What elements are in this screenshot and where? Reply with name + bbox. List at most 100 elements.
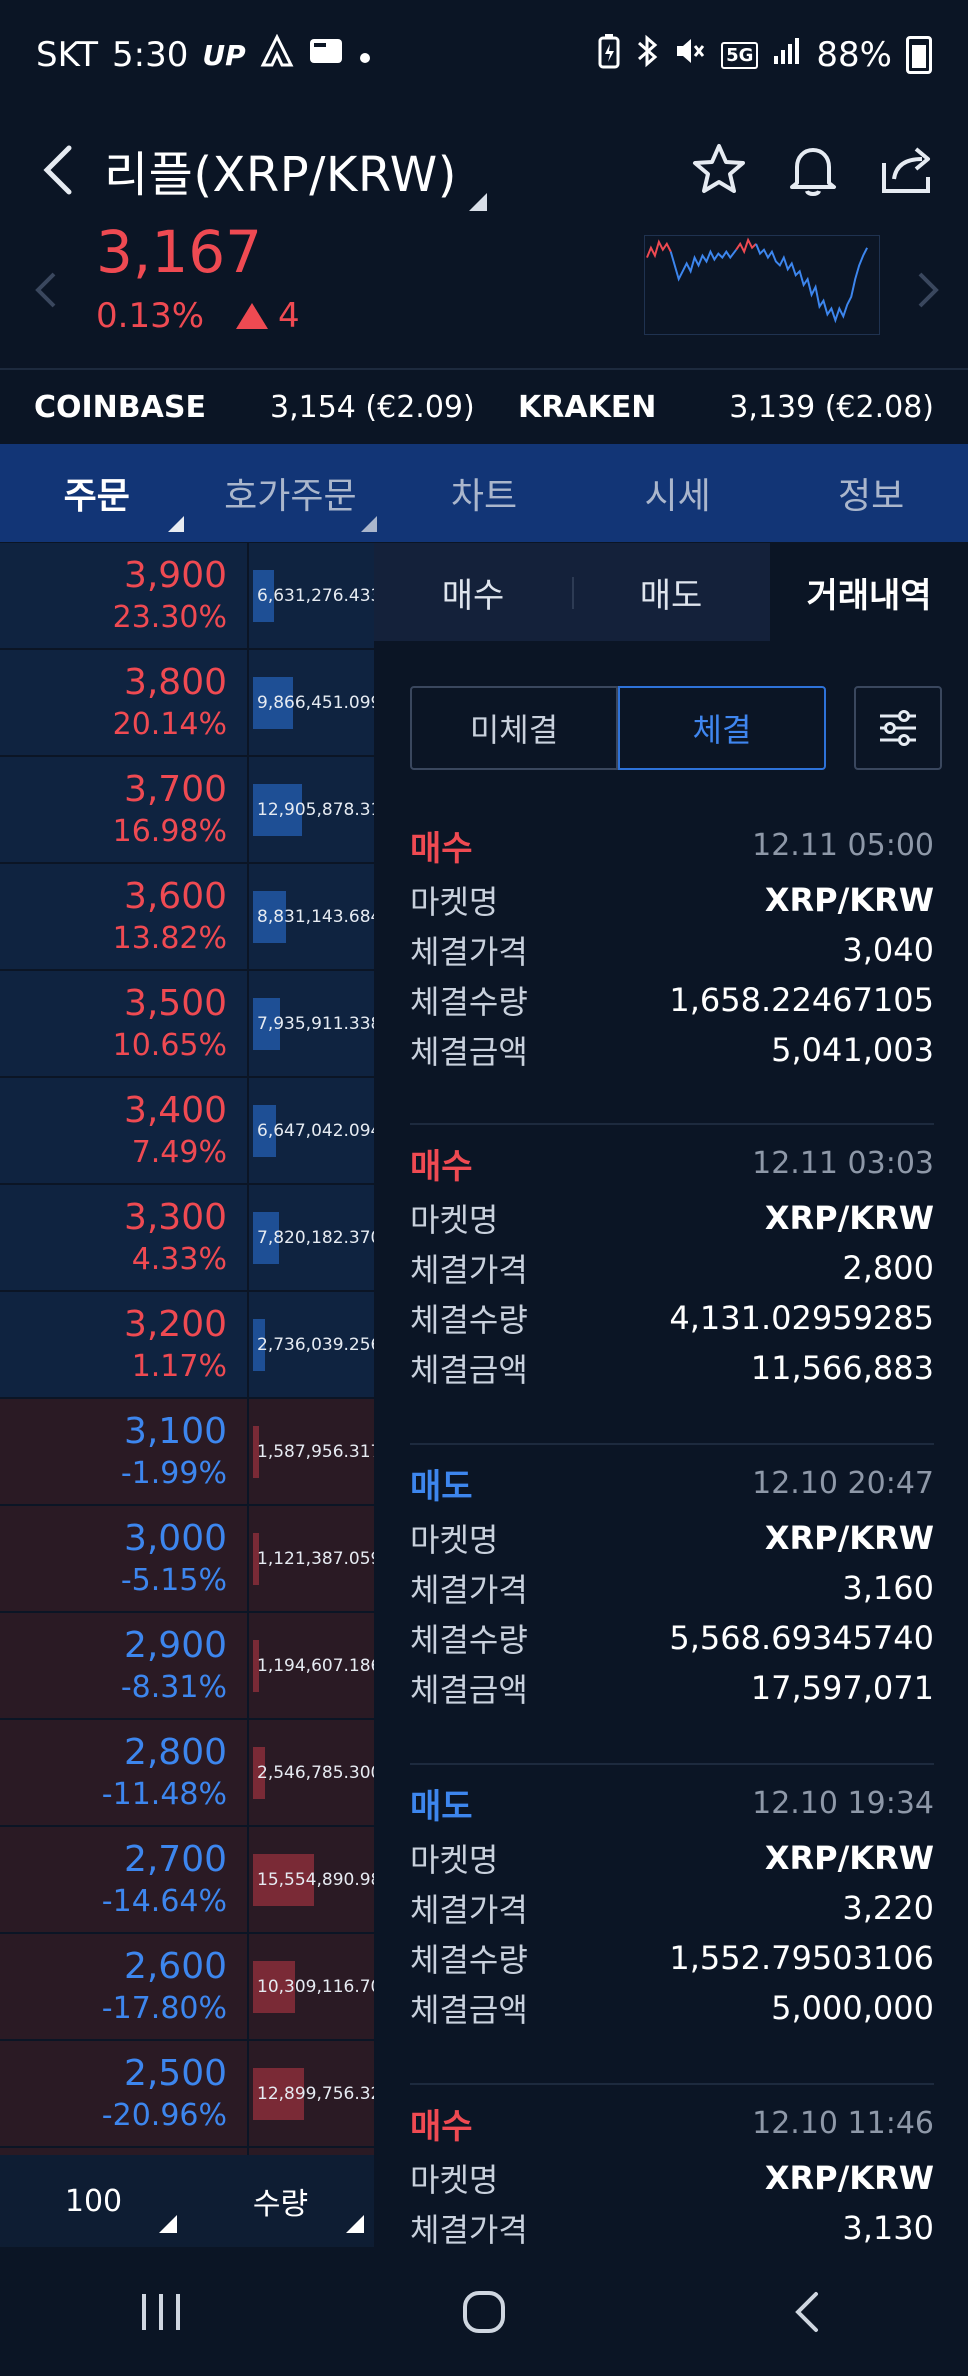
alert-button[interactable] — [782, 139, 844, 201]
recents-button[interactable] — [101, 2262, 221, 2362]
orderbook-price-cell[interactable]: 2,800 -11.48% — [0, 1720, 249, 1825]
orderbook-volume-cell[interactable]: 6,631,276.433 — [249, 543, 374, 648]
orderbook-price-cell[interactable]: 3,100 -1.99% — [0, 1399, 249, 1504]
orderbook-price-cell[interactable]: 2,500 -20.96% — [0, 2041, 249, 2146]
orderbook-volume-cell[interactable]: 1,121,387.059 — [249, 1506, 374, 1611]
orderbook-volume-cell[interactable] — [249, 2148, 374, 2155]
orderbook-price: 3,700 — [123, 768, 227, 810]
trade-price-label: 체결가격 — [410, 1571, 528, 1609]
orderbook-row[interactable]: 3,900 23.30% 6,631,276.433 — [0, 543, 374, 650]
orderbook-row[interactable]: 3,70016.98% 12,905,878.318 — [0, 757, 374, 864]
orderbook-price-cell[interactable]: 2,900 -8.31% — [0, 1613, 249, 1718]
orderbook-row[interactable]: 2,600-17.80% 10,309,116.704 — [0, 1934, 374, 2041]
orderbook-row[interactable]: 3,800 20.14% 9,866,451.099 — [0, 650, 374, 757]
status-right: 5G 88% — [597, 33, 932, 77]
orderbook-row[interactable]: 2,500-20.96% 12,899,756.324 — [0, 2041, 374, 2148]
orderbook-volume-cell[interactable]: 9,866,451.099 — [249, 650, 374, 755]
orderbook-price-cell[interactable]: 3,800 20.14% — [0, 650, 249, 755]
orderbook-volume-cell[interactable]: 6,647,042.094 — [249, 1078, 374, 1183]
orderbook-volume-cell[interactable]: 7,935,911.338 — [249, 971, 374, 1076]
orderbook-price-cell[interactable]: 3,200 1.17% — [0, 1292, 249, 1397]
orderbook-price-cell[interactable]: 3,900 23.30% — [0, 543, 249, 648]
tab-chart[interactable]: 차트 — [387, 444, 581, 542]
orderbook-volume-cell[interactable]: 12,905,878.318 — [249, 757, 374, 862]
orderbook-volume-cell[interactable]: 10,309,116.704 — [249, 1934, 374, 2039]
orderbook-volume-cell[interactable]: 2,546,785.300 — [249, 1720, 374, 1825]
header-actions — [688, 139, 938, 201]
filled-filter-button[interactable]: 체결 — [618, 686, 826, 770]
filter-settings-button[interactable] — [854, 686, 942, 770]
trade-amount-value: 11,566,883 — [750, 1349, 934, 1387]
orderbook-price-cell[interactable]: 3,700 16.98% — [0, 757, 249, 862]
caret-icon — [361, 516, 378, 532]
tab-buy[interactable]: 매수 — [374, 543, 572, 641]
orderbook-percent: -5.15% — [120, 1562, 227, 1598]
orderbook-percent: 20.14% — [112, 706, 227, 742]
orderbook-volume-cell[interactable]: 7,820,182.370 — [249, 1185, 374, 1290]
trade-quantity-row: 체결수량 1,658.22467105 — [410, 975, 934, 1025]
exchange-name: KRAKEN — [518, 389, 657, 425]
orderbook-volume-cell[interactable]: 8,831,143.684 — [249, 864, 374, 969]
orderbook-row[interactable]: 3,200 1.17% 2,736,039.256 — [0, 1292, 374, 1399]
tab-sell[interactable]: 매도 — [572, 543, 770, 641]
orderbook-row[interactable]: 3,300 4.33% 7,820,182.370 — [0, 1185, 374, 1292]
orderbook-volume-cell[interactable]: 1,587,956.317 — [249, 1399, 374, 1504]
tab-order[interactable]: 주문 — [0, 444, 194, 542]
mini-price-chart[interactable] — [644, 235, 880, 335]
trade-item[interactable]: 매도 12.10 19:34 마켓명 XRP/KRW 체결가격 3,220 체결수량 1,55… — [410, 1765, 934, 2085]
orderbook-price-cell[interactable]: 3,400 7.49% — [0, 1078, 249, 1183]
tab-quote-order[interactable]: 호가주문 — [194, 444, 388, 542]
back-nav-button[interactable] — [747, 2262, 867, 2362]
tab-history[interactable]: 거래내역 — [770, 543, 968, 641]
home-icon — [462, 2290, 505, 2333]
orderbook-row[interactable]: 2,800 -11.48% 2,546,785.300 — [0, 1720, 374, 1827]
tab-market-price[interactable]: 시세 — [581, 444, 775, 542]
orderbook-price-cell[interactable]: 3,300 4.33% — [0, 1185, 249, 1290]
orderbook-price-cell[interactable] — [0, 2148, 249, 2155]
orderbook-row[interactable]: 3,600 13.82% 8,831,143.684 — [0, 864, 374, 971]
orderbook-price-cell[interactable]: 2,700 -14.64% — [0, 1827, 249, 1932]
market-selector[interactable]: 리플(XRP/KRW) — [104, 135, 487, 211]
prev-coin-button[interactable] — [34, 270, 58, 314]
trade-item[interactable]: 매도 12.10 20:47 마켓명 XRP/KRW 체결가격 3,160 체결수량 5,56… — [410, 1445, 934, 1765]
orderbook-volume-cell[interactable]: 15,554,890.982 — [249, 1827, 374, 1932]
trade-item[interactable]: 매수 12.10 11:46 마켓명 XRP/KRW 체결가격 3,130 — [410, 2085, 934, 2248]
trade-quantity-row: 체결수량 5,568.69345740 — [410, 1613, 934, 1663]
orderbook-percent: 10.65% — [112, 1027, 227, 1063]
orderbook-row[interactable]: 3,100 -1.99% 1,587,956.317 — [0, 1399, 374, 1506]
battery-percent: 88% — [816, 35, 892, 75]
orderbook-percent: 16.98% — [112, 813, 227, 849]
battery-icon — [906, 36, 932, 74]
share-icon — [882, 147, 930, 193]
orderbook-volume-cell[interactable]: 2,736,039.256 — [249, 1292, 374, 1397]
orderbook-row[interactable]: 2,700-14.64% 15,554,890.982 — [0, 1827, 374, 1934]
orderbook-price-cell[interactable]: 3,600 13.82% — [0, 864, 249, 969]
favorite-button[interactable] — [688, 139, 750, 201]
orderbook-row[interactable] — [0, 2148, 374, 2155]
orderbook-price-cell[interactable]: 2,600 -17.80% — [0, 1934, 249, 2039]
orderbook-price-cell[interactable]: 3,000 -5.15% — [0, 1506, 249, 1611]
trade-price-value: 3,160 — [842, 1569, 934, 1607]
back-button[interactable] — [14, 120, 104, 220]
tab-info[interactable]: 정보 — [774, 444, 968, 542]
trade-item[interactable]: 매수 12.11 03:03 마켓명 XRP/KRW 체결가격 2,800 체결수량 4,13… — [410, 1125, 934, 1445]
mode-selector[interactable]: 수량 — [187, 2155, 374, 2247]
trade-price-row: 체결가격 2,800 — [410, 1243, 934, 1293]
orderbook-row[interactable]: 3,500 10.65% 7,935,911.338 — [0, 971, 374, 1078]
orderbook-row[interactable]: 3,400 7.49% 6,647,042.094 — [0, 1078, 374, 1185]
pending-filter-button[interactable]: 미체결 — [410, 686, 618, 770]
page-title: 리플(XRP/KRW) — [104, 147, 457, 203]
home-button[interactable] — [424, 2262, 544, 2362]
orderbook-volume-cell[interactable]: 1,194,607.186 — [249, 1613, 374, 1718]
trade-item[interactable]: 매수 12.11 05:00 마켓명 XRP/KRW 체결가격 3,040 체결수량 1,65… — [410, 805, 934, 1125]
orderbook-volume: 12,905,878.318 — [257, 799, 374, 820]
orderbook-price-cell[interactable]: 3,500 10.65% — [0, 971, 249, 1076]
orderbook-row[interactable]: 3,000 -5.15% 1,121,387.059 — [0, 1506, 374, 1613]
back-icon — [43, 145, 72, 195]
orderbook-volume: 6,647,042.094 — [257, 1120, 374, 1141]
orderbook-row[interactable]: 2,900 -8.31% 1,194,607.186 — [0, 1613, 374, 1720]
share-button[interactable] — [876, 139, 938, 201]
next-coin-button[interactable] — [916, 270, 940, 314]
count-selector[interactable]: 100 — [0, 2155, 187, 2247]
orderbook-volume-cell[interactable]: 12,899,756.324 — [249, 2041, 374, 2146]
